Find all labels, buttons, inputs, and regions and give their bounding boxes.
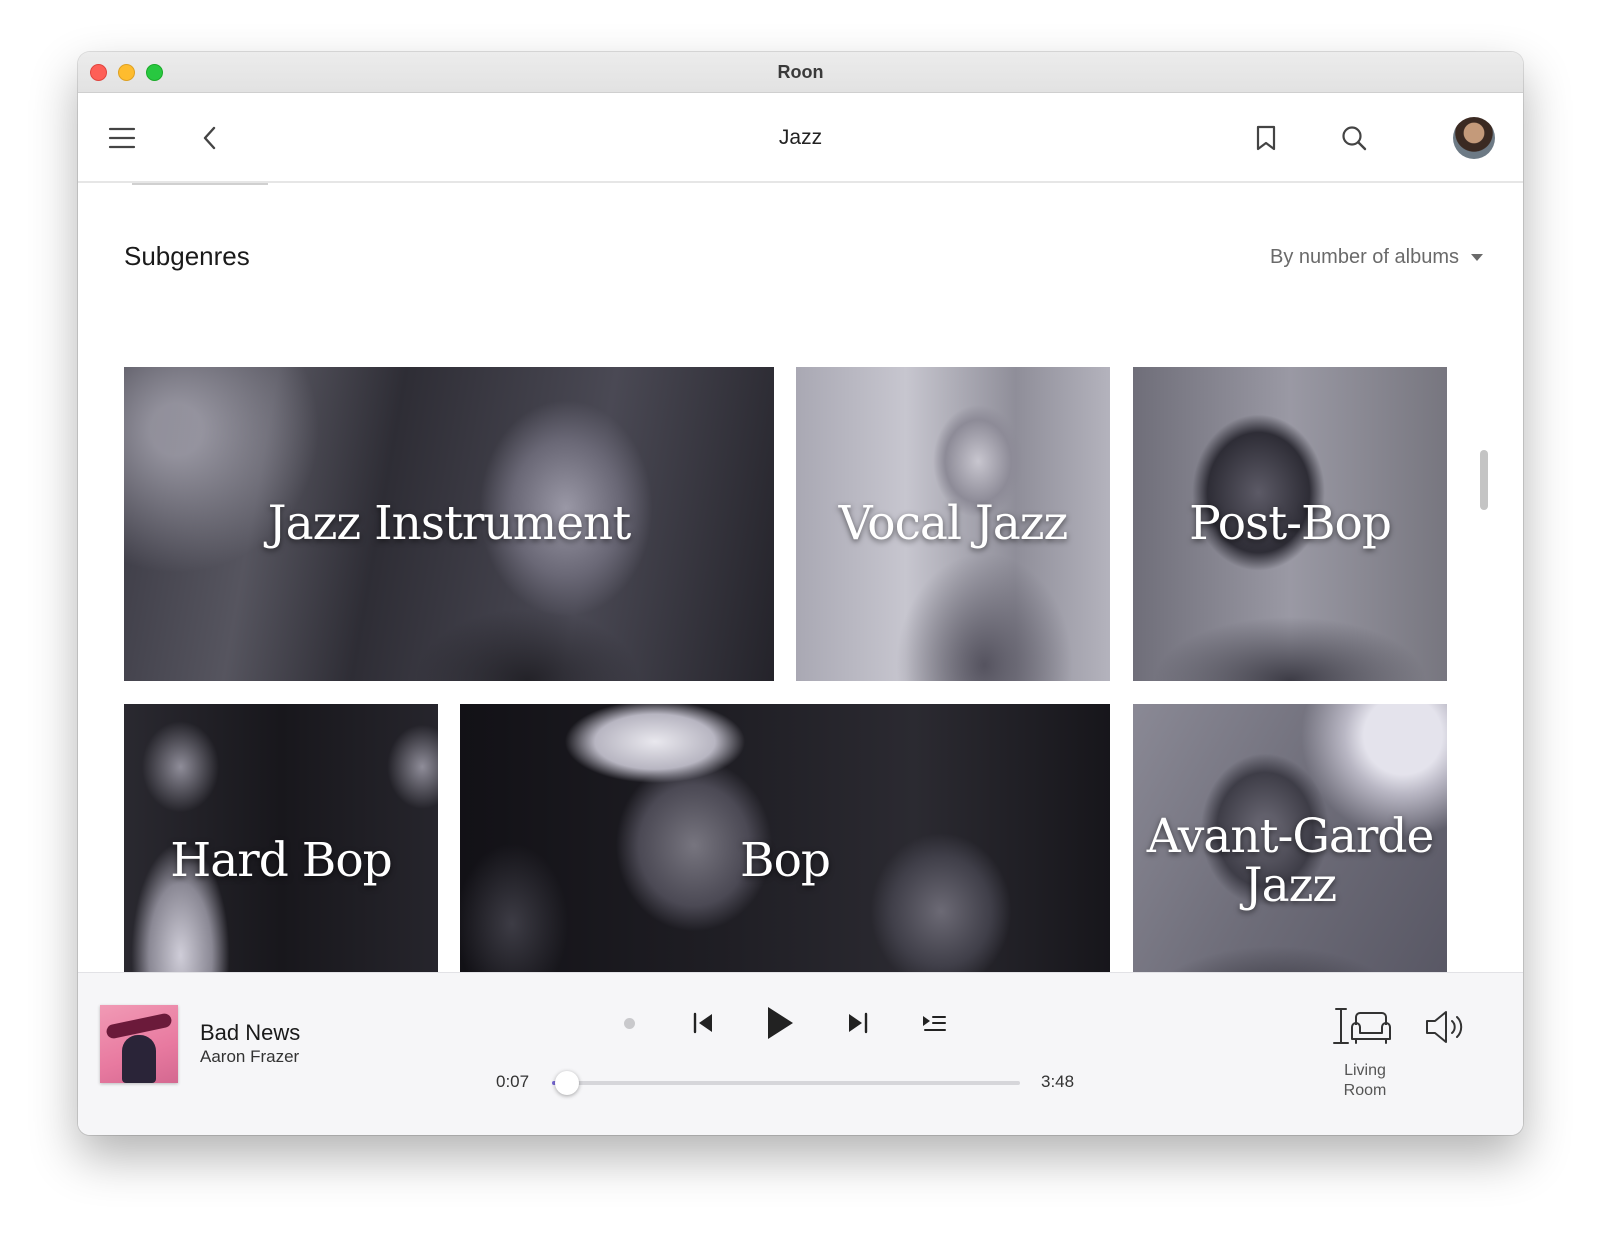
seek-bar-handle[interactable] (554, 1071, 579, 1095)
previous-track-button[interactable] (686, 1003, 720, 1043)
zone-speaker-chair-icon (1333, 1008, 1391, 1044)
bookmark-icon (1256, 125, 1276, 151)
now-playing-album-art[interactable] (100, 1005, 178, 1083)
sort-dropdown-label: By number of albums (1270, 246, 1459, 268)
skip-previous-icon (693, 1012, 712, 1034)
track-title[interactable]: Bad News (200, 1020, 300, 1046)
skip-next-icon (849, 1012, 868, 1034)
caret-down-icon (1471, 254, 1483, 261)
section-title: Subgenres (124, 241, 250, 271)
subgenre-tile-bop[interactable]: Bop (460, 704, 1110, 1018)
tile-label: Hard Bop (170, 833, 392, 889)
play-icon (768, 1007, 793, 1039)
search-button[interactable] (1332, 116, 1376, 160)
app-window: Roon Jazz Subgenres By number of albums … (78, 52, 1523, 1135)
volume-button[interactable] (1422, 1005, 1472, 1049)
total-time: 3:48 (1041, 1072, 1075, 1091)
vertical-scrollbar[interactable] (1480, 450, 1488, 510)
subgenre-tile-jazz-instrument[interactable]: Jazz Instrument (124, 367, 774, 681)
volume-icon (1426, 1011, 1463, 1043)
play-button[interactable] (758, 999, 802, 1047)
queue-icon (923, 1016, 946, 1031)
genre-content: Subgenres By number of albums Jazz Instr… (78, 185, 1523, 1042)
zone-label[interactable]: Living Room (1330, 1061, 1400, 1101)
page-title: Jazz (778, 126, 823, 149)
elapsed-time: 0:07 (496, 1072, 530, 1091)
sort-dropdown[interactable]: By number of albums (1270, 246, 1483, 269)
search-icon (1342, 126, 1367, 151)
seek-bar[interactable] (552, 1071, 1020, 1095)
subgenre-tile-avant-garde-jazz[interactable]: Avant-Garde Jazz (1133, 704, 1447, 1018)
tile-label: Post-Bop (1189, 496, 1392, 552)
user-avatar[interactable] (1453, 117, 1495, 159)
bookmark-button[interactable] (1244, 116, 1288, 160)
tile-label: Avant-Garde Jazz (1146, 808, 1435, 913)
window-title: Roon (777, 62, 824, 82)
tile-label: Vocal Jazz (838, 496, 1069, 552)
top-navigation-bar: Jazz (78, 93, 1523, 183)
subgenre-tile-vocal-jazz[interactable]: Vocal Jazz (796, 367, 1110, 681)
track-artist[interactable]: Aaron Frazer (200, 1047, 299, 1067)
album-art-figure (122, 1035, 156, 1083)
subgenre-tile-post-bop[interactable]: Post-Bop (1133, 367, 1447, 681)
zone-button[interactable] (1326, 1003, 1402, 1051)
title-bar: Roon (78, 52, 1523, 93)
tile-label: Jazz Instrument (267, 496, 631, 552)
subgenre-tile-hard-bop[interactable]: Hard Bop (124, 704, 438, 1018)
tile-label: Bop (740, 833, 831, 889)
next-track-button[interactable] (841, 1003, 875, 1043)
player-bar: Bad News Aaron Frazer 0:07 3:48 Living R… (78, 972, 1523, 1135)
radio-indicator-dot[interactable] (624, 1018, 635, 1029)
queue-button[interactable] (916, 1003, 952, 1043)
